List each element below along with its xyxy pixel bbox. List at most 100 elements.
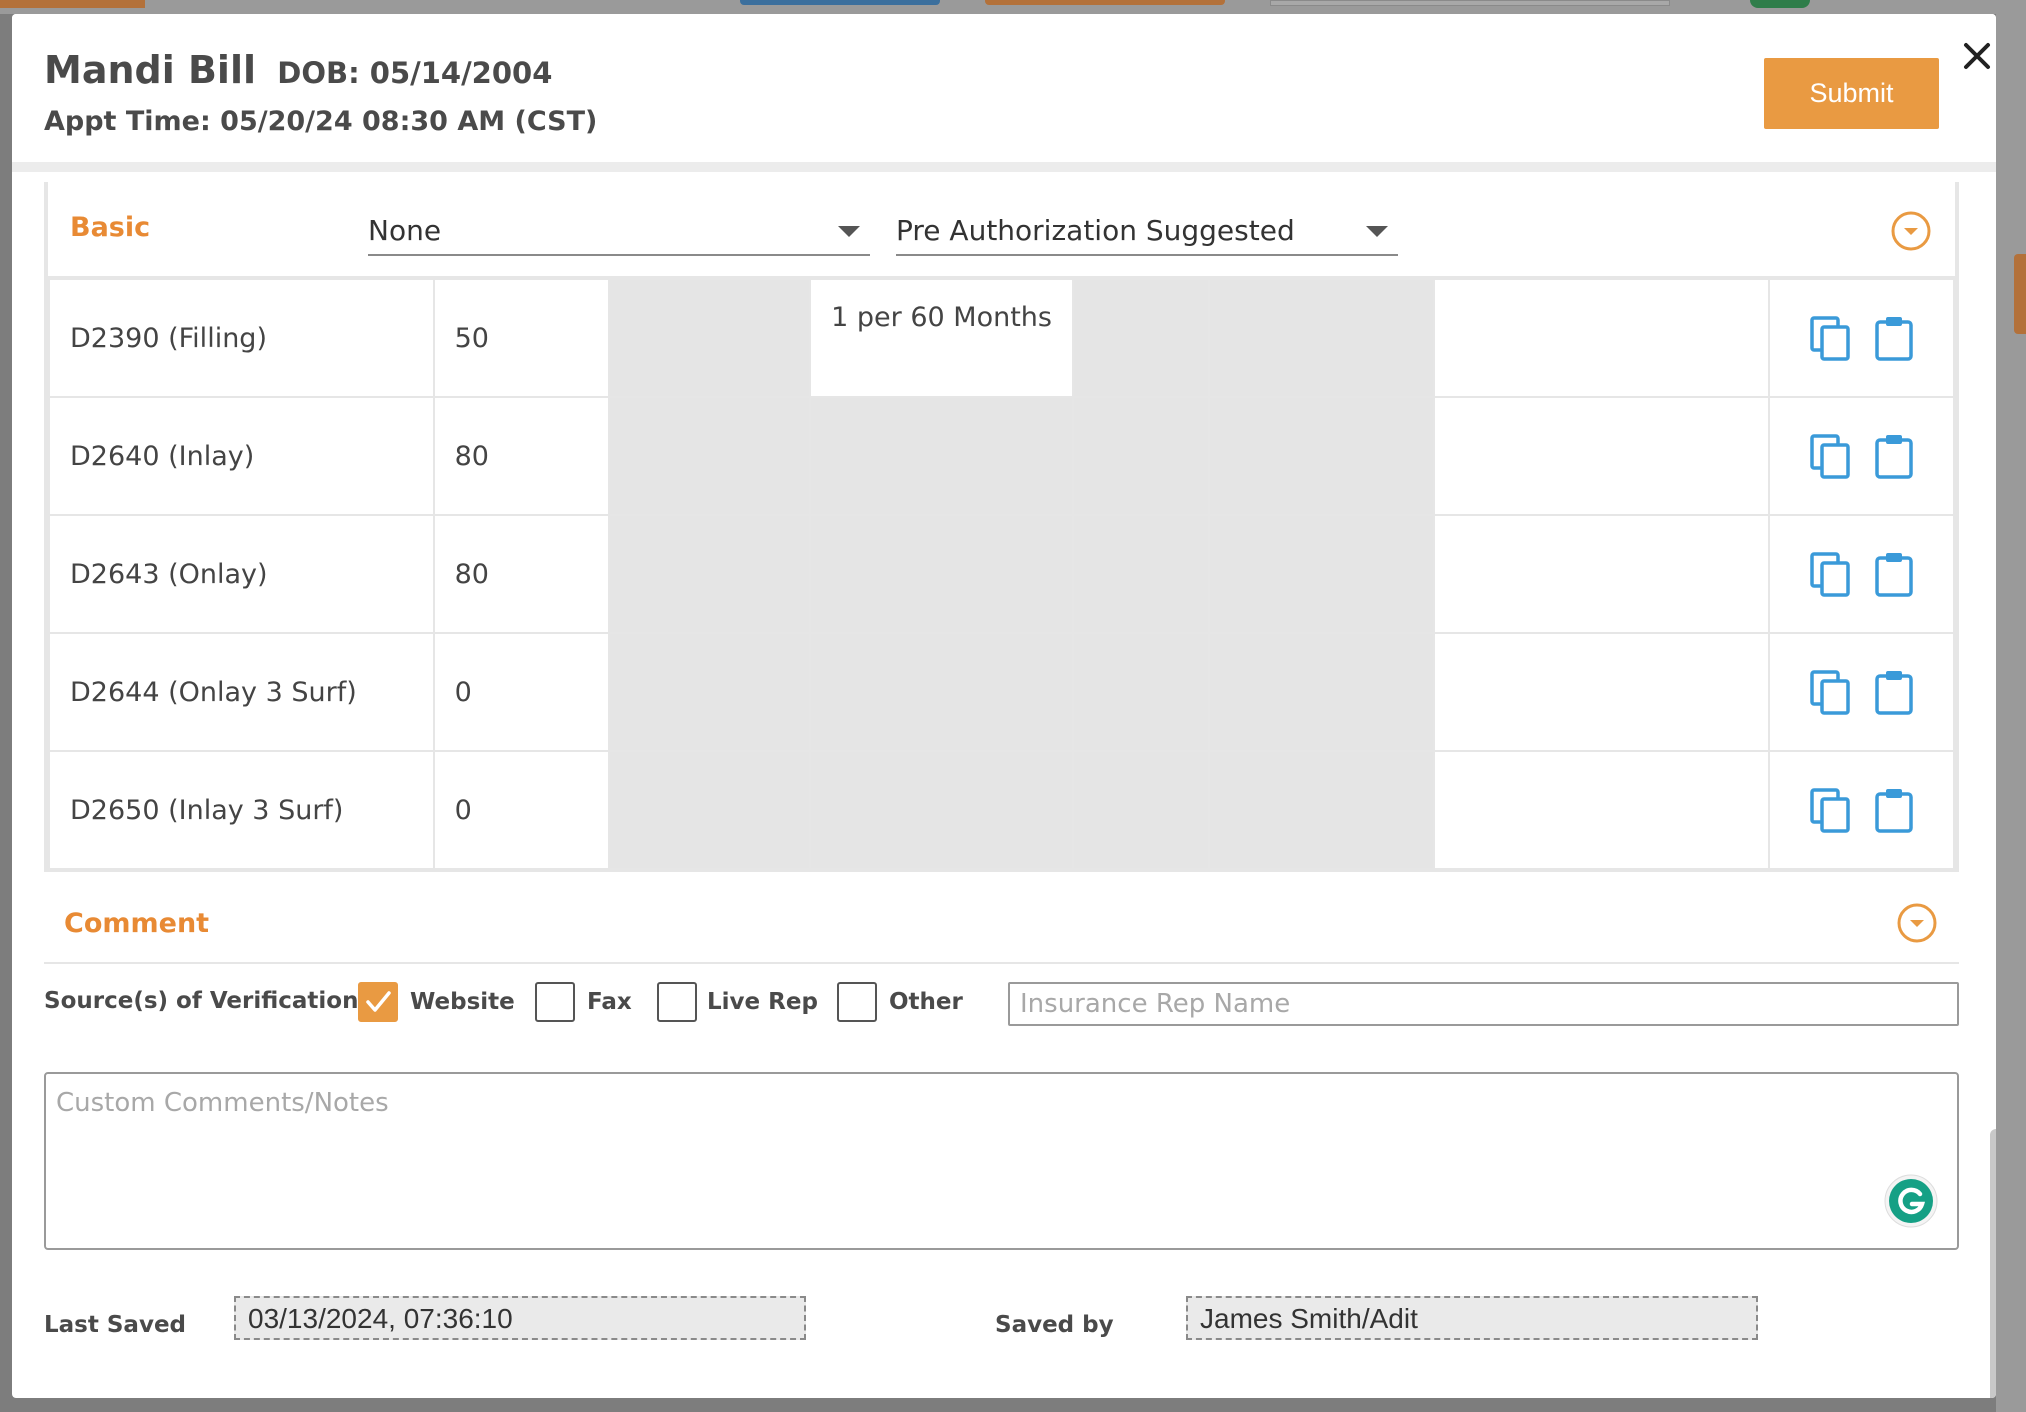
empty-cell [608,750,812,870]
copy-icon[interactable] [1808,432,1852,480]
row-actions-cell [1768,632,1955,752]
procedure-row: D2640 (Inlay) 80 [48,396,1955,516]
fax-label: Fax [587,989,632,1015]
empty-cell [1207,632,1435,752]
procedure-row: D2643 (Onlay) 80 [48,514,1955,634]
empty-cell [1072,514,1210,634]
clipboard-icon[interactable] [1872,432,1916,480]
patient-dob: DOB: 05/14/2004 [277,56,553,90]
coverage-value: 80 [454,558,489,590]
coverage-value: 80 [454,440,489,472]
empty-cell [1072,632,1210,752]
preauth-select[interactable]: Pre Authorization Suggested [896,210,1398,256]
empty-cell [608,278,812,398]
last-saved-field: 03/13/2024, 07:36:10 [234,1296,806,1340]
coverage-value: 50 [454,322,489,354]
appointment-time: Appt Time: 05/20/24 08:30 AM (CST) [44,106,598,137]
coverage-value-cell: 50 [432,278,611,398]
other-checkbox[interactable] [837,982,877,1022]
frequency-text: 1 per 60 Months [831,302,1052,333]
row-actions-cell [1768,750,1955,870]
procedure-code-cell: D2644 (Onlay 3 Surf) [48,632,435,752]
grammarly-icon[interactable] [1882,1172,1940,1230]
frequency-cell [809,632,1075,752]
patient-name: Mandi Bill DOB: 05/14/2004 [44,48,552,92]
copy-icon[interactable] [1808,668,1852,716]
empty-cell [1207,396,1435,516]
chevron-down-icon [1366,226,1388,237]
frequency-cell [809,750,1075,870]
procedure-row: D2644 (Onlay 3 Surf) 0 [48,632,1955,752]
procedure-code-cell: D2390 (Filling) [48,278,435,398]
empty-cell [1207,750,1435,870]
empty-cell [1072,278,1210,398]
row-actions-cell [1768,514,1955,634]
notes-cell[interactable] [1432,396,1771,516]
coverage-value: 0 [454,676,472,708]
frequency-cell: 1 per 60 Months [809,278,1075,398]
empty-cell [1207,278,1435,398]
verification-modal: Mandi Bill DOB: 05/14/2004 Appt Time: 05… [12,14,1996,1398]
clipboard-icon[interactable] [1872,668,1916,716]
basic-section-title: Basic [70,212,151,243]
basic-header-row: Basic None Pre Authorization Suggested [48,182,1955,278]
coverage-value-cell: 0 [432,632,611,752]
collapse-basic-icon[interactable] [1890,210,1932,252]
saved-by-label: Saved by [995,1312,1114,1338]
insurance-rep-name-input[interactable] [1008,982,1959,1026]
submit-button[interactable]: Submit [1764,58,1939,129]
coverage-value-cell: 80 [432,514,611,634]
copy-icon[interactable] [1808,550,1852,598]
procedure-code: D2650 (Inlay 3 Surf) [70,794,344,826]
notes-cell[interactable] [1432,514,1771,634]
custom-notes-textarea[interactable] [44,1072,1959,1250]
coverage-select-value: None [368,214,442,247]
other-label: Other [889,989,963,1015]
modal-header: Mandi Bill DOB: 05/14/2004 Appt Time: 05… [12,14,1996,172]
notes-cell[interactable] [1432,750,1771,870]
close-icon[interactable] [1957,36,1996,76]
coverage-select[interactable]: None [368,210,870,256]
coverage-value-cell: 80 [432,396,611,516]
notes-cell[interactable] [1432,278,1771,398]
procedure-code: D2644 (Onlay 3 Surf) [70,676,357,708]
empty-cell [1072,750,1210,870]
coverage-value: 0 [454,794,472,826]
sources-label: Source(s) of Verification [44,988,359,1014]
clipboard-icon[interactable] [1872,314,1916,362]
modal-content: Basic None Pre Authorization Suggested D… [12,182,1996,1398]
procedure-code-cell: D2643 (Onlay) [48,514,435,634]
live-rep-checkbox[interactable] [657,982,697,1022]
row-actions-cell [1768,396,1955,516]
copy-icon[interactable] [1808,786,1852,834]
fax-checkbox[interactable] [535,982,575,1022]
basic-panel: Basic None Pre Authorization Suggested D… [44,182,1959,872]
procedure-code: D2390 (Filling) [70,322,267,354]
modal-scrollbar[interactable] [1990,1129,1996,1398]
empty-cell [608,396,812,516]
frequency-cell [809,514,1075,634]
frequency-cell [809,396,1075,516]
chevron-down-icon [838,226,860,237]
clipboard-icon[interactable] [1872,786,1916,834]
row-actions-cell [1768,278,1955,398]
comment-section-title: Comment [64,908,210,939]
collapse-comment-icon[interactable] [1896,902,1938,944]
empty-cell [1072,396,1210,516]
clipboard-icon[interactable] [1872,550,1916,598]
procedure-code-cell: D2640 (Inlay) [48,396,435,516]
copy-icon[interactable] [1808,314,1852,362]
last-saved-label: Last Saved [44,1312,187,1338]
notes-cell[interactable] [1432,632,1771,752]
website-checkbox[interactable] [358,982,398,1022]
procedure-code: D2640 (Inlay) [70,440,255,472]
procedure-row: D2650 (Inlay 3 Surf) 0 [48,750,1955,870]
empty-cell [1207,514,1435,634]
website-label: Website [410,989,515,1015]
preauth-select-value: Pre Authorization Suggested [896,214,1295,247]
patient-name-text: Mandi Bill [44,48,257,92]
procedure-code: D2643 (Onlay) [70,558,268,590]
procedure-code-cell: D2650 (Inlay 3 Surf) [48,750,435,870]
empty-cell [608,632,812,752]
comment-section-header: Comment [44,882,1959,964]
